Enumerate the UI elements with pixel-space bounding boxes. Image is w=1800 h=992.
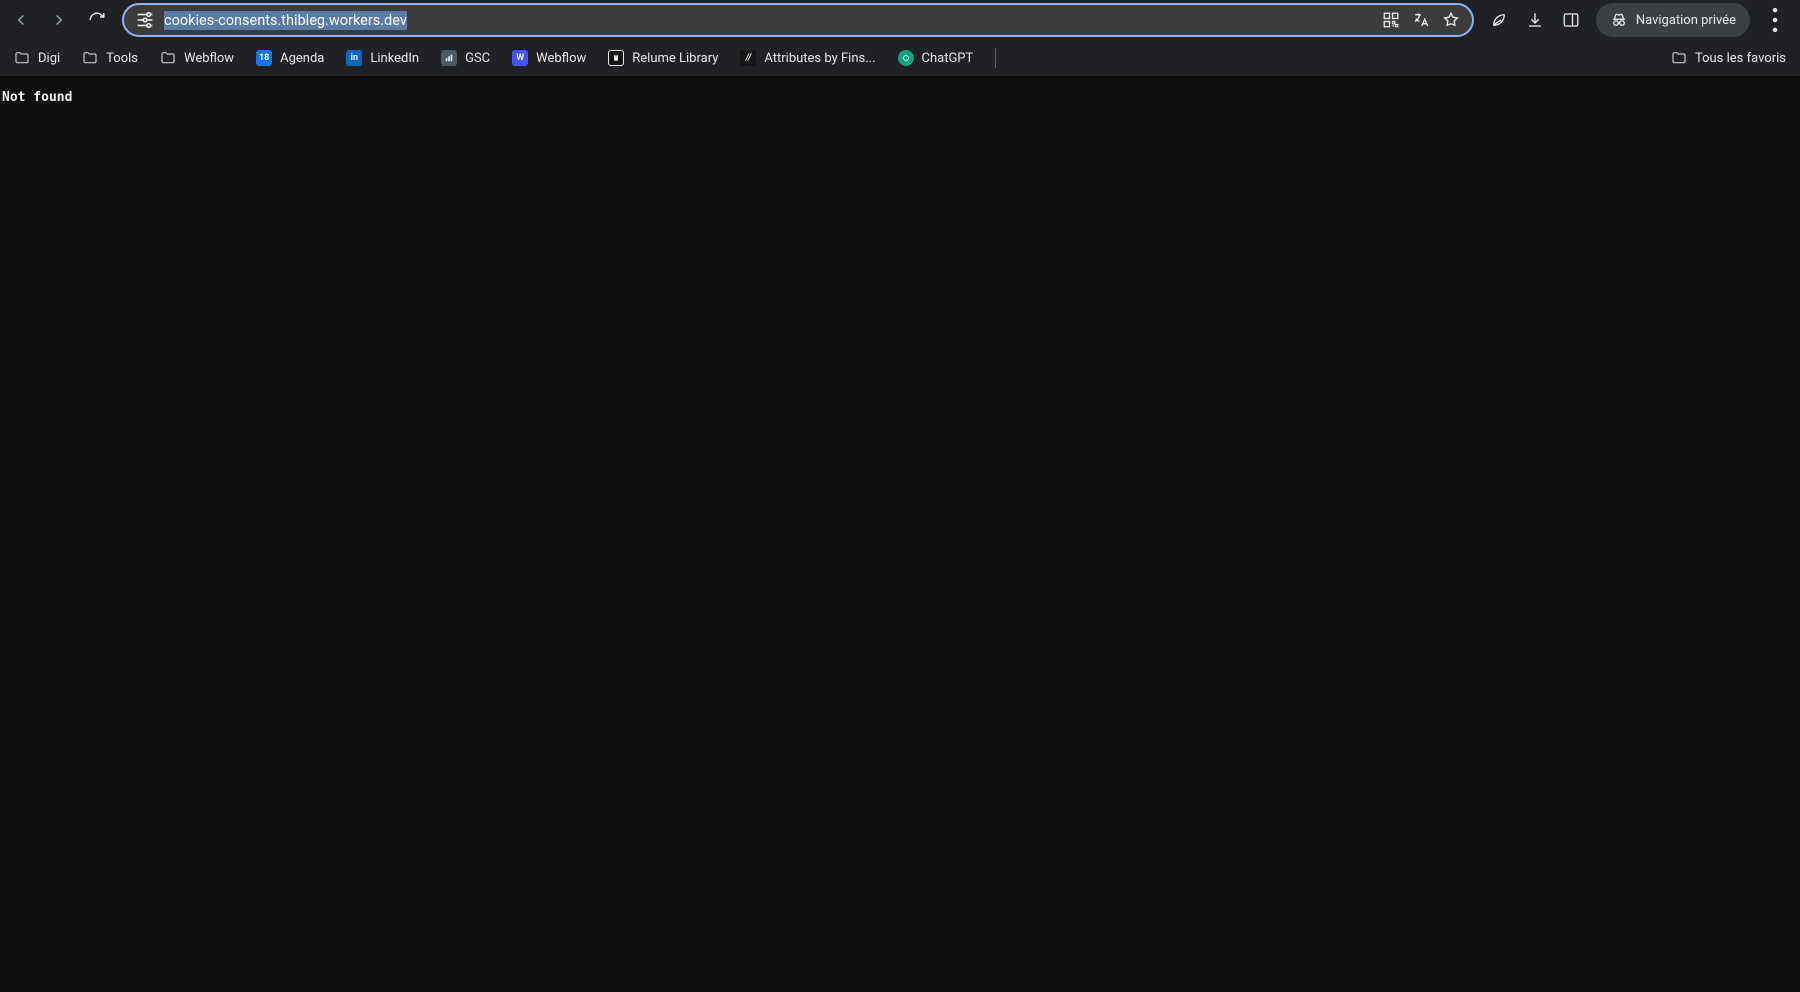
incognito-badge[interactable]: Navigation privée <box>1596 3 1750 37</box>
all-bookmarks-label: Tous les favoris <box>1695 51 1786 66</box>
bookmark-label: Digi <box>38 51 60 66</box>
bookmark-label: Attributes by Fins... <box>764 51 875 66</box>
site-settings-button[interactable] <box>134 9 156 31</box>
qr-share-button[interactable] <box>1376 5 1406 35</box>
gsc-favicon-icon <box>441 50 457 66</box>
translate-icon <box>1412 11 1430 29</box>
bookmark-item-gsc[interactable]: GSC <box>433 46 498 70</box>
page-content: Not found <box>0 76 1800 992</box>
reload-button[interactable] <box>80 3 114 37</box>
bookmark-folder-tools[interactable]: Tools <box>74 46 146 70</box>
bookmark-label: Relume Library <box>632 51 718 66</box>
bookmark-folder-webflow[interactable]: Webflow <box>152 46 242 70</box>
extension-leaf-button[interactable] <box>1482 3 1516 37</box>
incognito-label: Navigation privée <box>1636 13 1736 28</box>
forward-button <box>42 3 76 37</box>
leaf-icon <box>1490 11 1508 29</box>
url-text[interactable]: cookies-consents.thibleg.workers.dev <box>156 12 1376 29</box>
folder-icon <box>14 50 30 66</box>
translate-button[interactable] <box>1406 5 1436 35</box>
arrow-right-icon <box>50 11 68 29</box>
arrow-left-icon <box>12 11 30 29</box>
folder-icon <box>1671 50 1687 66</box>
tune-icon <box>134 9 156 31</box>
calendar-favicon-icon: 18 <box>256 50 272 66</box>
all-bookmarks-button[interactable]: Tous les favoris <box>1663 46 1794 70</box>
bookmark-star-button[interactable] <box>1436 5 1466 35</box>
gpt-favicon-icon <box>898 50 914 66</box>
star-icon <box>1442 11 1460 29</box>
in-favicon-icon: in <box>346 50 362 66</box>
incognito-icon <box>1610 11 1628 29</box>
folder-icon <box>160 50 176 66</box>
reload-icon <box>88 11 106 29</box>
bookmark-item-attributes-by-fins-[interactable]: // Attributes by Fins... <box>732 46 883 70</box>
side-panel-button[interactable] <box>1554 3 1588 37</box>
folder-icon <box>82 50 98 66</box>
browser-toolbar: cookies-consents.thibleg.workers.dev <box>0 0 1800 40</box>
fs-favicon-icon: // <box>740 50 756 66</box>
wf-favicon-icon: W <box>512 50 528 66</box>
bookmark-label: ChatGPT <box>922 51 974 66</box>
back-button <box>4 3 38 37</box>
downloads-button[interactable] <box>1518 3 1552 37</box>
bookmark-item-webflow[interactable]: W Webflow <box>504 46 594 70</box>
bookmark-item-relume-library[interactable]: Relume Library <box>600 46 726 70</box>
rl-favicon-icon <box>608 50 624 66</box>
bookmark-label: Webflow <box>536 51 586 66</box>
bookmark-label: GSC <box>465 51 490 66</box>
panel-icon <box>1562 11 1580 29</box>
qr-icon <box>1382 11 1400 29</box>
toolbar-right-actions: Navigation privée <box>1482 3 1796 37</box>
bookmark-label: Agenda <box>280 51 324 66</box>
bookmarks-bar: Digi Tools Webflow 18 Agenda in LinkedIn GSC W We… <box>0 40 1800 76</box>
page-body-text: Not found <box>0 76 1800 105</box>
bookmark-item-chatgpt[interactable]: ChatGPT <box>890 46 982 70</box>
download-icon <box>1526 11 1544 29</box>
browser-menu-button[interactable] <box>1758 3 1792 37</box>
address-bar[interactable]: cookies-consents.thibleg.workers.dev <box>122 3 1474 37</box>
bookmark-label: LinkedIn <box>370 51 419 66</box>
bookmark-item-agenda[interactable]: 18 Agenda <box>248 46 332 70</box>
bookmarks-separator <box>995 48 996 68</box>
bookmark-label: Tools <box>106 51 138 66</box>
bookmark-item-linkedin[interactable]: in LinkedIn <box>338 46 427 70</box>
bookmark-folder-digi[interactable]: Digi <box>6 46 68 70</box>
kebab-icon <box>1758 3 1792 37</box>
bookmark-label: Webflow <box>184 51 234 66</box>
